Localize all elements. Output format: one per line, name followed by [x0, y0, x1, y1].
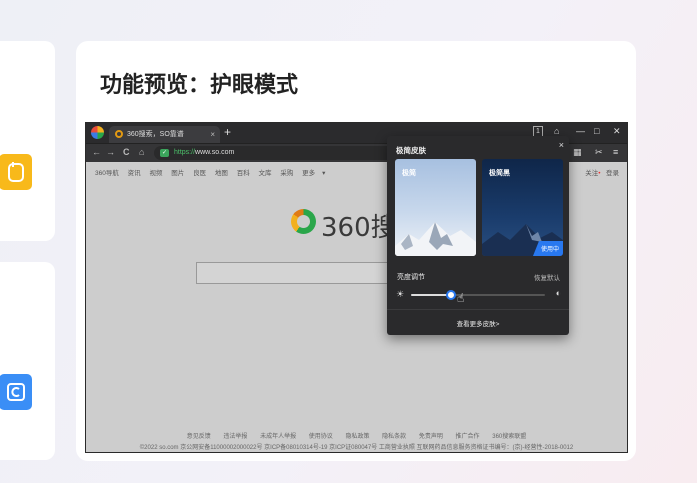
skin-label: 极简黑: [489, 170, 510, 177]
slider-knob[interactable]: [446, 290, 457, 300]
skin-panel: 极简皮肤 × 极简 极简黑 使用中 亮度调节 恢复默认 ☀ ☝ ◐ 查看更多皮肤…: [387, 136, 569, 335]
c-app-icon: [6, 383, 25, 401]
slider-fill: [411, 294, 452, 296]
panel-close-icon[interactable]: ×: [559, 140, 564, 150]
footer-link[interactable]: 推广合作: [456, 434, 480, 440]
yellow-app-icon[interactable]: [0, 154, 32, 190]
nav-link[interactable]: 百科: [237, 170, 250, 177]
footer-link[interactable]: 使用协议: [309, 434, 333, 440]
footer-link[interactable]: 隐私政策: [345, 434, 369, 440]
feature-preview-card: 功能预览：护眼模式 360搜索，SO靠谱 × + 1 ⌂ — □ ✕ ← → C…: [76, 41, 636, 461]
notification-dot: •: [598, 170, 601, 177]
more-skins-link[interactable]: 查看更多皮肤>: [387, 318, 569, 328]
nav-link[interactable]: 文库: [259, 170, 272, 177]
tab-favicon-icon: [115, 130, 123, 138]
hand-cursor-icon: ☝: [457, 291, 465, 305]
browser-logo-icon[interactable]: [91, 126, 104, 139]
footer-link[interactable]: 隐私条款: [382, 434, 406, 440]
doc-icon: [7, 162, 24, 182]
tab-title: 360搜索，SO靠谱: [127, 131, 184, 138]
secure-icon: ✓: [160, 149, 169, 157]
skin-option-dark[interactable]: 极简黑 使用中: [482, 159, 563, 256]
logo-ring-icon: [291, 209, 316, 234]
skin-option-light[interactable]: 极简: [395, 159, 476, 256]
footer-link[interactable]: 意见反馈: [187, 434, 211, 440]
minimize-button[interactable]: —: [576, 126, 585, 136]
screenshot-icon[interactable]: ✂: [595, 147, 603, 158]
footer-link[interactable]: 免责声明: [419, 434, 443, 440]
divider: [387, 309, 569, 310]
url-scheme: https://: [174, 149, 196, 156]
brightness-slider[interactable]: [411, 290, 545, 300]
nav-link[interactable]: 采购: [280, 170, 293, 177]
footer-link[interactable]: 违法举报: [223, 434, 247, 440]
nav-link[interactable]: 良医: [193, 170, 206, 177]
site-nav: 360导航 资讯 视频 图片 良医 地图 百科 文库 采购 更多 ▾: [95, 167, 339, 177]
sun-icon: ☀: [396, 289, 405, 299]
footer-links: 意见反馈 违法举报 未成年人举报 使用协议 隐私政策 隐私条款 免责声明 推广合…: [86, 431, 627, 440]
nav-link[interactable]: 视频: [149, 170, 162, 177]
forward-icon[interactable]: →: [106, 147, 115, 157]
follow-link[interactable]: 关注: [585, 170, 598, 177]
skin-panel-title: 极简皮肤: [396, 146, 426, 155]
mountain-icon: [395, 222, 476, 256]
logo-text: 360搜: [321, 213, 397, 243]
menu-icon[interactable]: ≡: [613, 147, 618, 157]
login-link[interactable]: 登录: [606, 170, 619, 177]
nav-link[interactable]: 图片: [171, 170, 184, 177]
restore-default-link[interactable]: 恢复默认: [534, 272, 560, 282]
search-input[interactable]: [196, 262, 396, 284]
footer-link[interactable]: 360搜索联盟: [492, 434, 526, 440]
side-card-bottom: [0, 262, 55, 460]
contrast-icon: ◐: [555, 288, 561, 298]
blue-app-icon[interactable]: [0, 374, 32, 410]
reload-icon[interactable]: C: [123, 147, 130, 157]
footer-copyright: ©2022 so.com 京公网安备11000002000022号 京ICP备0…: [139, 445, 574, 451]
window-close-button[interactable]: ✕: [613, 126, 621, 137]
nav-link[interactable]: 资讯: [128, 170, 141, 177]
maximize-button[interactable]: □: [594, 126, 599, 136]
new-tab-button[interactable]: +: [224, 125, 231, 139]
back-icon[interactable]: ←: [92, 147, 101, 157]
nav-link-more[interactable]: 更多 ▾: [302, 170, 332, 177]
nav-link[interactable]: 地图: [215, 170, 228, 177]
side-card-top: [0, 41, 55, 241]
account-links: 关注• 登录: [585, 167, 619, 177]
browser-window: 360搜索，SO靠谱 × + 1 ⌂ — □ ✕ ← → C ⌂ ✓ https…: [85, 122, 628, 453]
skin-icon[interactable]: ⌂: [554, 126, 559, 136]
apps-grid-icon[interactable]: ▦: [573, 147, 582, 158]
nav-link[interactable]: 360导航: [95, 170, 119, 177]
card-title: 功能预览：护眼模式: [100, 73, 299, 98]
url-host: www.so.com: [195, 149, 235, 156]
skin-label: 极简: [402, 170, 416, 177]
footer-link[interactable]: 未成年人举报: [260, 434, 296, 440]
tab-close-icon[interactable]: ×: [210, 126, 215, 143]
browser-tab[interactable]: 360搜索，SO靠谱 ×: [109, 126, 220, 143]
home-icon[interactable]: ⌂: [139, 147, 144, 157]
brightness-label: 亮度调节: [397, 274, 425, 281]
